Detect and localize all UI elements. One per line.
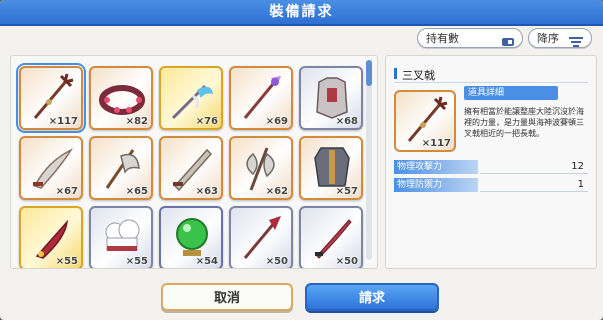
item-count: ×50 [265,256,288,267]
stat-label: 物理防禦力 [394,178,478,192]
stat-row-physical-defense: 物理防禦力 1 [394,178,588,192]
item-count: ×63 [195,186,218,197]
item-grid: ×117 ×82 ×76 ×69 ×68 ×67 ×65 ×63 ×62 ×57… [10,55,378,269]
item-count: ×82 [125,116,148,127]
toggle-icon [502,34,514,54]
detail-item-icon: ×117 [394,90,456,152]
item-cell-ornate-blade[interactable]: ×55 [19,206,83,268]
request-button[interactable]: 請求 [305,283,439,311]
item-detail-panel: 三叉戟 ×117 道具詳細 擁有相當於能讓整座大陸沉沒於海裡的力量，是力量與海神… [385,55,597,269]
item-cell-glaive[interactable]: ×50 [229,206,293,268]
item-cell-trident[interactable]: ×117 [16,63,86,133]
item-count: ×54 [195,256,218,267]
stat-row-physical-attack: 物理攻擊力 12 [394,160,588,174]
item-count: ×117 [48,116,78,127]
item-cell-battle-axe[interactable]: ×65 [89,136,153,200]
item-cell-great-axe[interactable]: ×62 [229,136,293,200]
item-cell-chef-hat[interactable]: ×55 [89,206,153,268]
cancel-button[interactable]: 取消 [161,283,293,311]
detail-item-count: ×117 [421,138,451,149]
item-cell-beaded-bracelet[interactable]: ×82 [89,66,153,130]
divider [394,82,588,83]
item-cell-robe[interactable]: ×57 [299,136,363,200]
item-count: ×65 [125,186,148,197]
scroll-thumb[interactable] [366,60,372,86]
item-count: ×76 [195,116,218,127]
divider [480,173,588,174]
sort-field-button[interactable]: 持有數 [417,28,523,48]
item-cell-katana[interactable]: ×50 [299,206,363,268]
detail-description: 擁有相當於能讓整座大陸沉沒於海裡的力量，是力量與海神波賽頓三叉戟相近的一把長戟。 [464,107,584,138]
item-count: ×50 [335,256,358,267]
stat-label: 物理攻擊力 [394,160,478,174]
item-count: ×57 [335,186,358,197]
item-count: ×68 [335,116,358,127]
item-cell-feathered-staff[interactable]: ×76 [159,66,223,130]
item-cell-serrated-sword[interactable]: ×63 [159,136,223,200]
sort-order-button[interactable]: 降序 [528,28,592,48]
detail-section-label: 道具詳細 [464,86,558,100]
detail-item-name: 三叉戟 [394,67,435,83]
item-count: ×62 [265,186,288,197]
stat-value: 1 [577,179,584,190]
item-cell-armor[interactable]: ×68 [299,66,363,130]
item-count: ×69 [265,116,288,127]
sort-order-label: 降序 [537,32,559,45]
item-count: ×67 [55,186,78,197]
item-count: ×55 [55,256,78,267]
equipment-request-dialog: 裝備請求 持有數 降序 ×117 ×82 ×76 ×69 ×68 ×67 ×65… [0,0,603,320]
item-count: ×55 [125,256,148,267]
divider [480,191,588,192]
item-grid-scrollbar[interactable] [366,60,372,260]
sort-field-label: 持有數 [426,32,459,45]
item-cell-green-orb[interactable]: ×54 [159,206,223,268]
item-cell-crystal-scepter[interactable]: ×69 [229,66,293,130]
sort-descending-icon [569,34,583,54]
stat-value: 12 [571,161,584,172]
dialog-title: 裝備請求 [0,0,603,26]
item-cell-curved-sword[interactable]: ×67 [19,136,83,200]
